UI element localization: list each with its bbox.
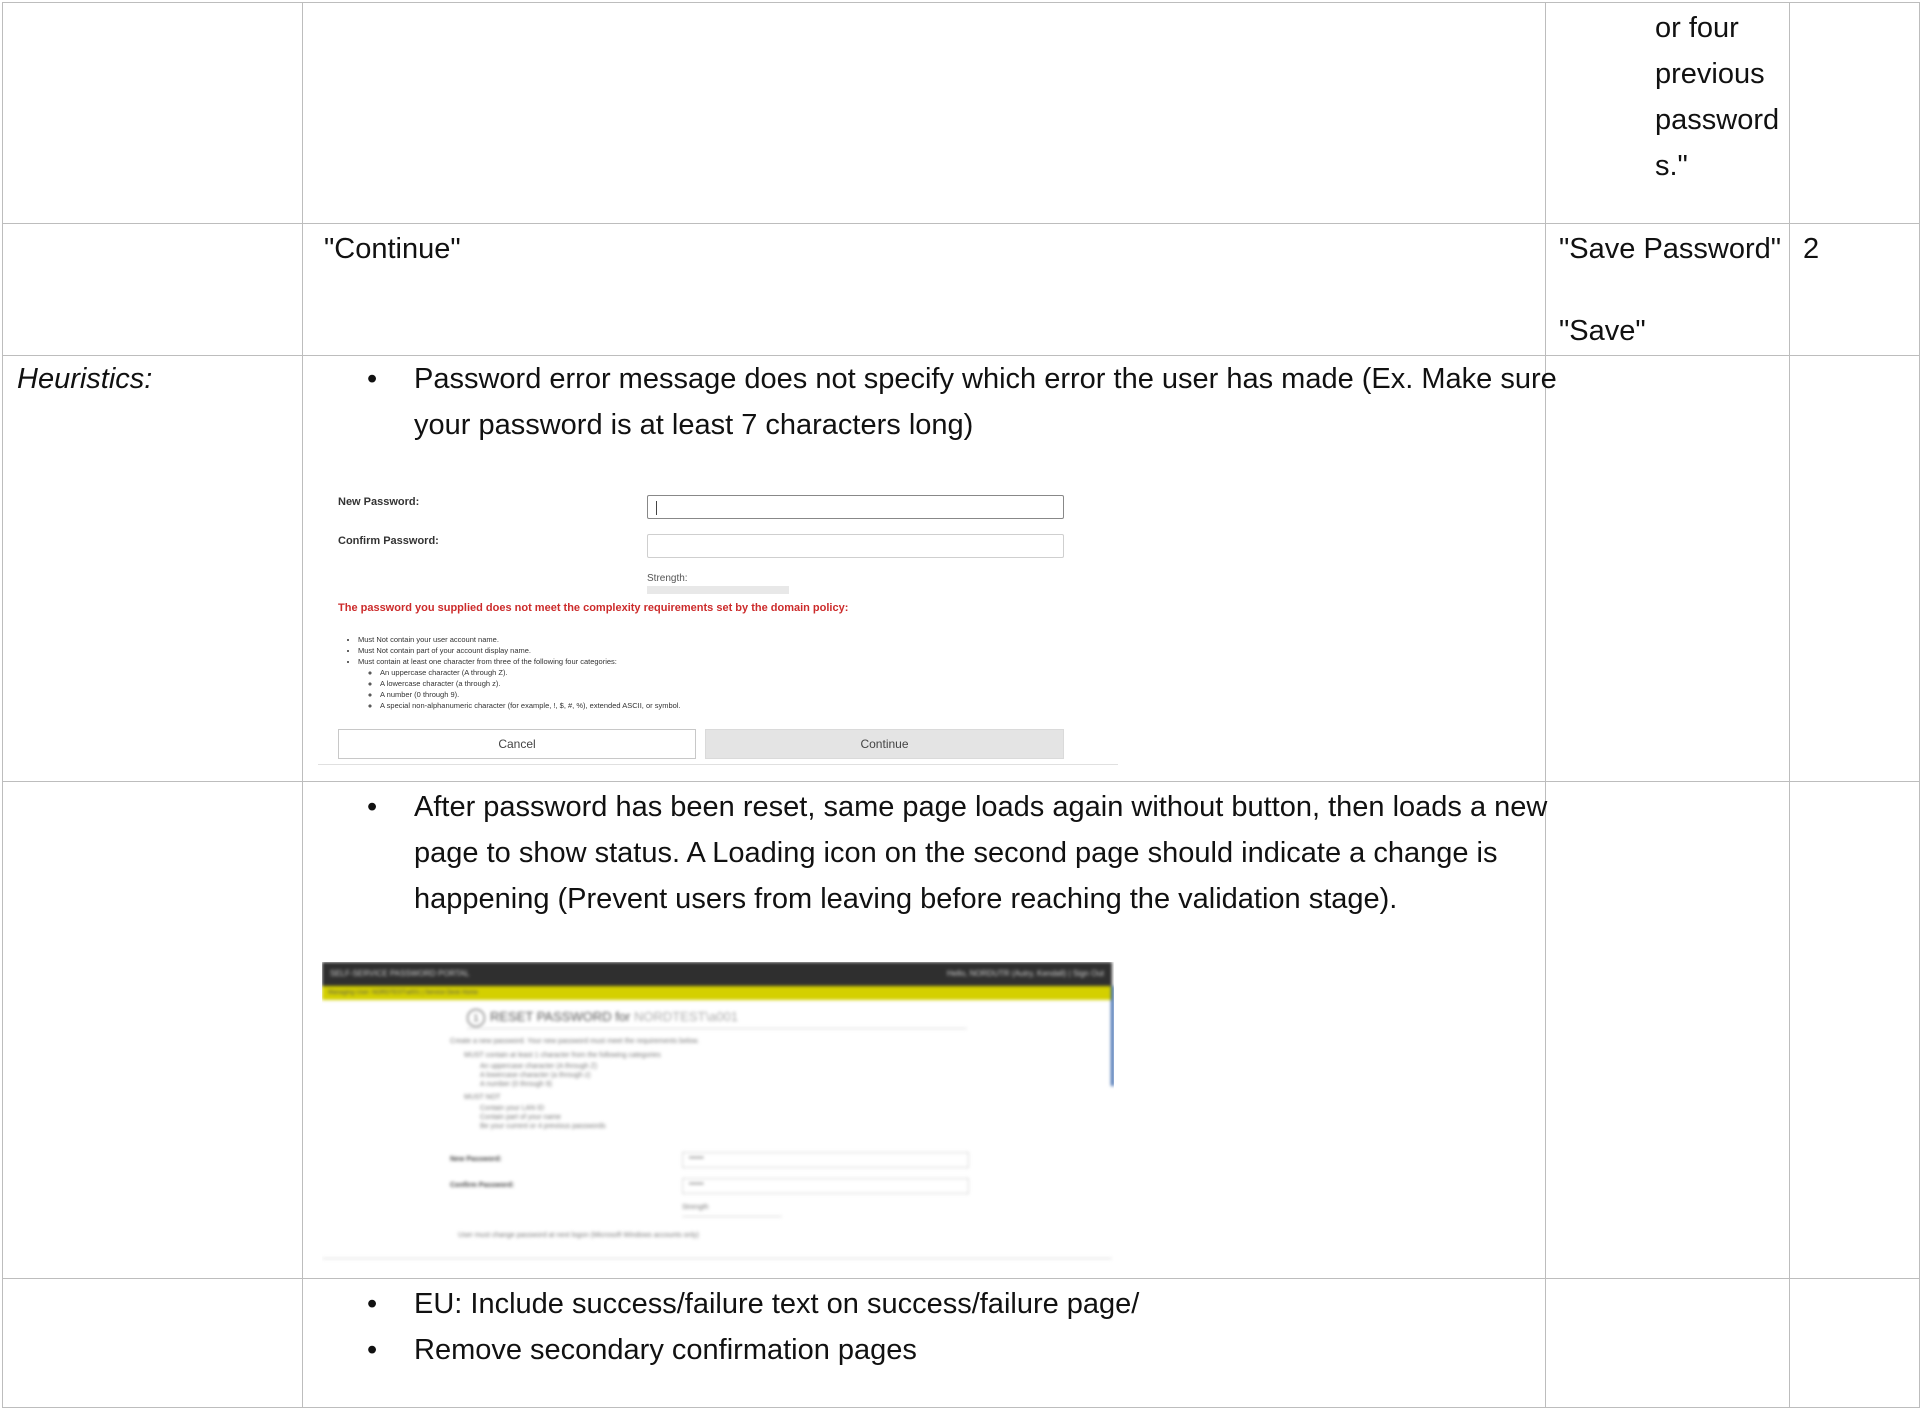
bullet-marker: • [367, 1334, 378, 1366]
category-item: An uppercase character (A through Z). [380, 667, 681, 678]
cancel-button: Cancel [338, 729, 696, 759]
blurred-content: SELF-SERVICE PASSWORD PORTAL Hello, NORD… [322, 962, 1114, 1274]
confirm-password-input [647, 534, 1064, 558]
new-password-input [647, 495, 1064, 519]
title-rule [467, 1028, 967, 1029]
step-number: 1 [467, 1009, 485, 1027]
continue-button: Continue [705, 729, 1064, 759]
divider [318, 764, 1118, 765]
requirement-item: Must Not contain your user account name. [358, 634, 681, 645]
bullet-text: After password has been reset, same page… [414, 791, 1548, 823]
strength-meter [647, 586, 789, 594]
page-title: RESET PASSWORD for NORDTEST\a001 [490, 1009, 738, 1024]
requirement-item: Contain part of your name [480, 1114, 561, 1121]
table-rule [1545, 2, 1546, 1408]
cell-text: 2 [1803, 233, 1820, 265]
requirement: MUST NOT [464, 1094, 501, 1101]
confirm-password-value: •••••• [689, 1181, 704, 1188]
requirement-text: Must contain at least one character from… [358, 657, 617, 666]
requirement-item: A lowercase character (a through z) [480, 1072, 591, 1079]
category-item: A number (0 through 9). [380, 689, 681, 700]
bullet-text: page to show status. A Loading icon on t… [414, 837, 1498, 869]
cell-text: "Save Password" [1559, 233, 1782, 265]
password-error-screenshot: New Password: Confirm Password: Strength… [318, 478, 1118, 781]
new-password-value: •••••• [689, 1155, 704, 1162]
text-caret [656, 501, 657, 515]
table-rule [2, 1407, 1920, 1408]
error-message: The password you supplied does not meet … [338, 602, 849, 614]
confirm-password-label: Confirm Password: [338, 535, 439, 547]
title-user: NORDTEST\a001 [634, 1009, 739, 1024]
cell-text: "Save" [1559, 315, 1646, 347]
change-at-logon-checkbox: User must change password at next logon … [458, 1232, 699, 1239]
bullet-text: happening (Prevent users from leaving be… [414, 883, 1398, 915]
strength-meter [682, 1216, 782, 1217]
portal-screenshot: SELF-SERVICE PASSWORD PORTAL Hello, NORD… [322, 962, 1114, 1274]
portal-topbar: SELF-SERVICE PASSWORD PORTAL Hello, NORD… [322, 962, 1112, 986]
requirement: MUST contain at least 1 character from t… [464, 1052, 661, 1059]
bullet-text: your password is at least 7 characters l… [414, 409, 974, 441]
strength-label: Strength [682, 1204, 709, 1211]
new-password-label: New Password: [450, 1156, 502, 1163]
requirement-item: Contain your LAN ID [480, 1105, 545, 1112]
bullet-text: EU: Include success/failure text on succ… [414, 1288, 1140, 1320]
table-rule [1789, 2, 1790, 1408]
confirm-password-input: •••••• [682, 1178, 969, 1194]
bullet-marker: • [367, 791, 378, 823]
requirement-item: Must contain at least one character from… [358, 656, 681, 711]
subbar-text: Managing User: NORDTEST\a001 | Service D… [328, 990, 478, 996]
category-item: A special non-alphanumeric character (fo… [380, 700, 681, 711]
bullet-marker: • [367, 1288, 378, 1320]
table-rule [2, 781, 1920, 782]
requirement-item: Must Not contain part of your account di… [358, 645, 681, 656]
category-list: An uppercase character (A through Z). A … [358, 667, 681, 711]
table-rule [2, 223, 1920, 224]
category-item: A lowercase character (a through z). [380, 678, 681, 689]
intro-text: Create a new password. Your new password… [450, 1038, 700, 1045]
bullet-marker: • [367, 363, 378, 395]
bullet-text: Remove secondary confirmation pages [414, 1334, 917, 1366]
new-password-label: New Password: [338, 496, 420, 508]
table-rule [2, 2, 3, 1408]
table-rule [2, 1278, 1920, 1279]
title-main: RESET PASSWORD for [490, 1009, 634, 1024]
requirement-item: A number (0 through 9) [480, 1081, 552, 1088]
bullet-text: Password error message does not specify … [414, 363, 1557, 395]
confirm-password-label: Confirm Password: [450, 1182, 515, 1189]
cell-text: password [1655, 104, 1780, 136]
strength-label: Strength: [647, 573, 688, 584]
portal-subbar: Managing User: NORDTEST\a001 | Service D… [322, 986, 1112, 1000]
table-rule [302, 2, 303, 1408]
table-rule [2, 2, 1920, 3]
portal-user: Hello, NORDUTR (Autry, Kendall) | Sign O… [946, 969, 1104, 978]
cell-text: "Continue" [324, 233, 461, 265]
cell-text: previous [1655, 58, 1765, 90]
requirement-item: An uppercase character (A through Z) [480, 1063, 598, 1070]
portal-title: SELF-SERVICE PASSWORD PORTAL [330, 969, 470, 978]
cell-text: s." [1655, 150, 1688, 182]
heuristics-label: Heuristics: [17, 363, 153, 395]
table-rule [1919, 2, 1920, 1408]
page-edge [1111, 986, 1114, 1086]
divider [322, 1258, 1112, 1259]
requirements-list: Must Not contain your user account name.… [338, 634, 681, 711]
new-password-input: •••••• [682, 1152, 969, 1168]
cell-text: or four [1655, 12, 1739, 44]
requirement-item: Be your current or 4 previous passwords [480, 1123, 606, 1130]
document-table: or four previous password s." "Continue"… [0, 0, 1921, 1409]
